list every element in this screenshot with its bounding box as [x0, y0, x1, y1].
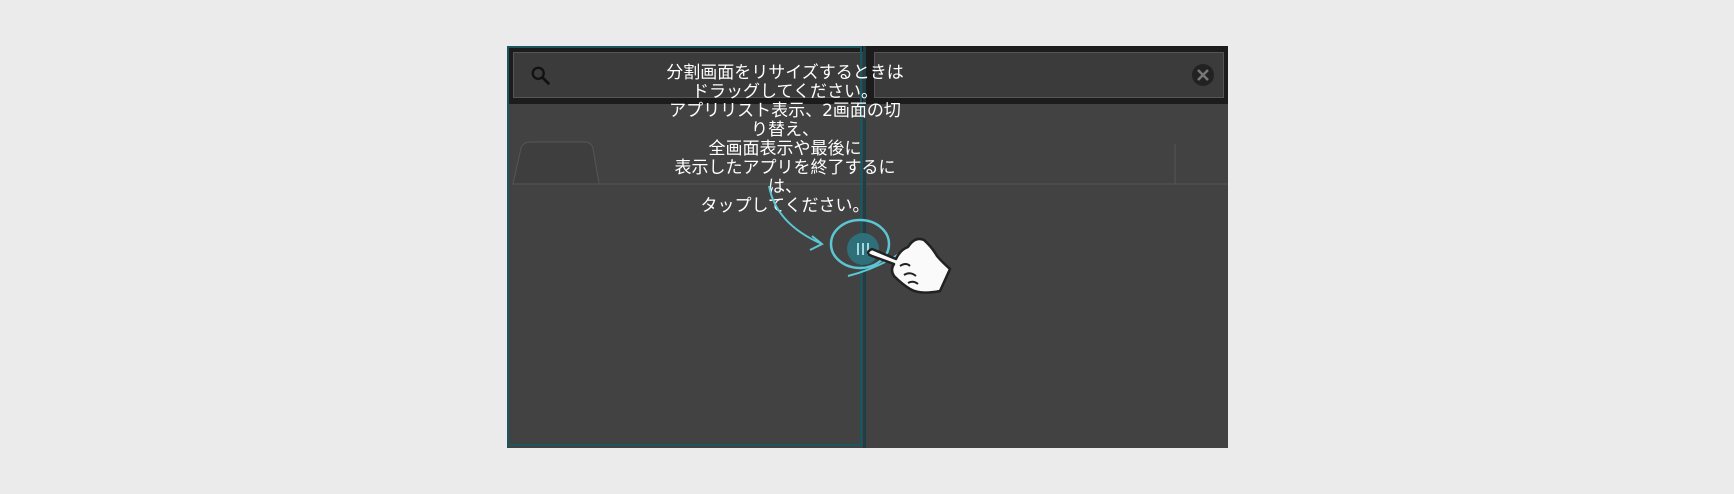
- search-icon[interactable]: [530, 65, 552, 87]
- close-icon[interactable]: [1191, 63, 1215, 87]
- pointing-hand-icon: [866, 237, 952, 294]
- highlight-circle: [829, 218, 891, 270]
- right-search-bar[interactable]: [874, 52, 1224, 98]
- tutorial-illustration: [768, 185, 952, 294]
- curved-arrow-icon: [768, 185, 823, 245]
